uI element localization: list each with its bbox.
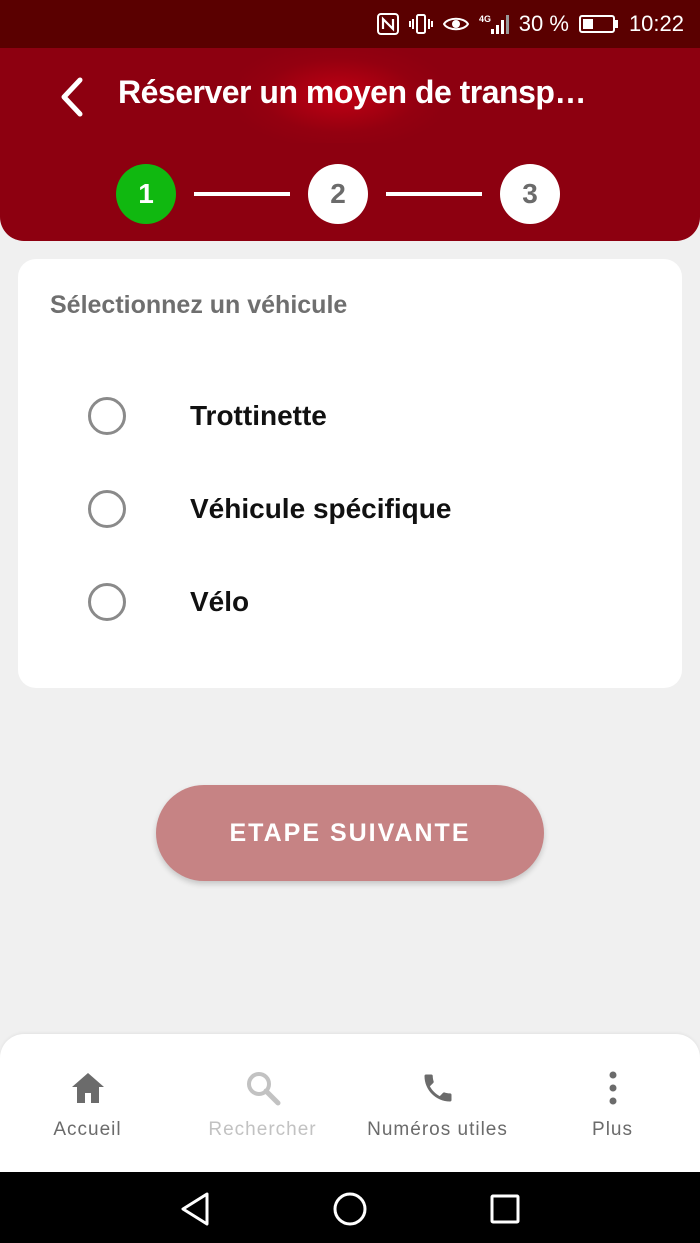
step-connector [194, 192, 290, 196]
back-button[interactable] [48, 70, 94, 124]
search-icon [243, 1068, 283, 1108]
option-label: Véhicule spécifique [190, 493, 452, 524]
recents-square-icon[interactable] [485, 1189, 525, 1229]
home-circle-icon[interactable] [330, 1189, 370, 1229]
option-velo[interactable]: Vélo [18, 567, 682, 637]
radio-button[interactable] [88, 583, 126, 621]
vibrate-icon [408, 13, 433, 35]
option-label: Trottinette [190, 400, 327, 431]
nav-label: Rechercher [208, 1119, 317, 1140]
radio-button[interactable] [88, 490, 126, 528]
signal-icon: 4G [479, 13, 509, 35]
step-connector [386, 192, 482, 196]
back-triangle-icon[interactable] [175, 1189, 215, 1229]
app-header: Réserver un moyen de transp… 1 2 3 [0, 48, 700, 241]
nav-label: Numéros utiles [367, 1119, 508, 1140]
option-label: Vélo [190, 586, 250, 617]
card-title: Sélectionnez un véhicule [50, 291, 348, 319]
home-icon [68, 1068, 108, 1108]
nav-item-accueil[interactable]: Accueil [0, 1034, 175, 1172]
chevron-left-icon [61, 77, 83, 117]
step-1: 1 [116, 164, 176, 224]
stepper: 1 2 3 [116, 164, 560, 224]
more-vertical-icon [593, 1068, 633, 1108]
nav-item-plus[interactable]: Plus [525, 1034, 700, 1172]
clock: 10:22 [628, 11, 684, 36]
bottom-navigation: Accueil Rechercher Numéros utiles Plus [0, 1034, 700, 1172]
nav-item-numeros-utiles[interactable]: Numéros utiles [350, 1034, 525, 1172]
nav-label: Accueil [53, 1119, 122, 1140]
status-bar: 4G 30 % 10:22 [0, 0, 700, 48]
nfc-icon [376, 13, 399, 35]
step-3: 3 [500, 164, 560, 224]
step-2: 2 [308, 164, 368, 224]
nav-label: Plus [592, 1119, 633, 1140]
battery-icon [578, 14, 619, 34]
vehicle-selection-card: Sélectionnez un véhicule Trottinette Véh… [18, 259, 682, 688]
svg-text:4G: 4G [479, 14, 491, 24]
option-vehicule-specifique[interactable]: Véhicule spécifique [18, 474, 682, 544]
system-navigation-bar [0, 1172, 700, 1243]
eye-comfort-icon [442, 14, 469, 34]
phone-icon [418, 1068, 458, 1108]
page-title: Réserver un moyen de transp… [118, 74, 586, 110]
option-trottinette[interactable]: Trottinette [18, 381, 682, 451]
nav-item-rechercher[interactable]: Rechercher [175, 1034, 350, 1172]
next-step-button[interactable]: ETAPE SUIVANTE [156, 785, 544, 881]
battery-percent: 30 % [518, 11, 569, 36]
radio-button[interactable] [88, 397, 126, 435]
